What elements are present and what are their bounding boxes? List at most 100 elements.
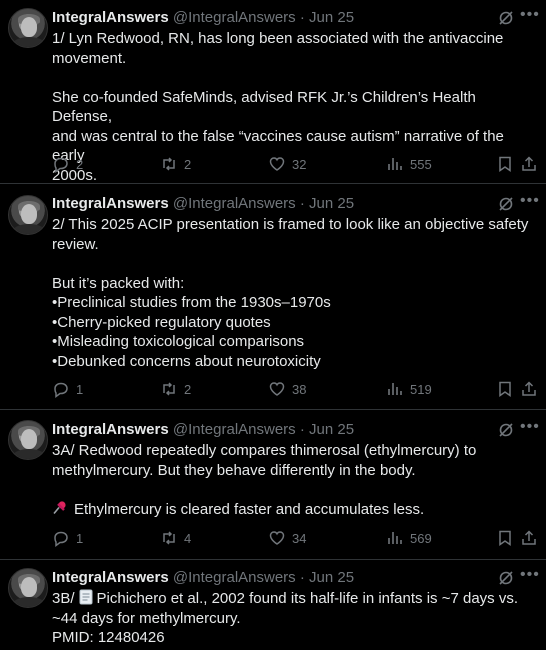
like-button[interactable]: 32 xyxy=(268,154,306,174)
tweet-date[interactable]: Jun 25 xyxy=(309,195,354,212)
text-line-rest: Pichichero et al., 2002 found its half-l… xyxy=(96,590,518,607)
like-button[interactable]: 38 xyxy=(268,379,306,399)
author-name[interactable]: IntegralAnswers xyxy=(52,421,169,438)
grok-icon[interactable] xyxy=(498,422,514,438)
bookmark-icon xyxy=(499,156,511,172)
list-item: •Preclinical studies from the 1930s–1970… xyxy=(52,294,331,311)
tweet-date[interactable]: Jun 25 xyxy=(309,569,354,586)
text-line: 1/ Lyn Redwood, RN, has long been associ… xyxy=(52,30,504,47)
reply-count: 2 xyxy=(76,156,84,172)
reply-count: 1 xyxy=(76,381,84,397)
reply-button[interactable]: 1 xyxy=(52,528,83,548)
like-icon xyxy=(269,382,285,396)
like-count: 38 xyxy=(292,381,307,397)
tweet-header: IntegralAnswers @IntegralAnswers · Jun 2… xyxy=(52,8,538,28)
bookmark-button[interactable] xyxy=(496,379,514,399)
list-item: •Cherry-picked regulatory quotes xyxy=(52,313,271,331)
like-button[interactable]: 34 xyxy=(268,528,306,548)
share-button[interactable] xyxy=(520,154,538,174)
separator-dot: · xyxy=(299,421,305,438)
repost-button[interactable]: 2 xyxy=(160,154,191,174)
more-icon[interactable]: ••• xyxy=(520,419,540,438)
author-name[interactable]: IntegralAnswers xyxy=(52,195,169,212)
more-icon[interactable]: ••• xyxy=(520,7,540,26)
reply-button[interactable]: 2 xyxy=(52,154,83,174)
tweet-actions: 1 2 38 519 xyxy=(52,379,538,399)
separator-dot: · xyxy=(299,569,305,586)
emoji-text: Ethylmercury is cleared faster and accum… xyxy=(74,500,425,518)
repost-count: 4 xyxy=(184,530,192,546)
reply-button[interactable]: 1 xyxy=(52,379,83,399)
avatar[interactable] xyxy=(8,8,48,48)
tweet-1[interactable]: IntegralAnswers @IntegralAnswers · Jun 2… xyxy=(0,0,546,184)
more-icon[interactable]: ••• xyxy=(520,567,540,586)
repost-count: 2 xyxy=(184,156,192,172)
tweet-date[interactable]: Jun 25 xyxy=(309,9,354,26)
like-count: 32 xyxy=(292,156,307,172)
reply-count: 1 xyxy=(76,530,84,546)
views-count: 569 xyxy=(410,530,432,546)
text-line: movement. xyxy=(52,49,127,67)
tweet-header: IntegralAnswers @IntegralAnswers · Jun 2… xyxy=(52,194,538,214)
pushpin-icon xyxy=(53,500,66,514)
text-line: PMID: 12480426 xyxy=(52,629,165,646)
avatar[interactable] xyxy=(8,195,48,235)
share-icon xyxy=(522,156,536,171)
list-item: •Misleading toxicological comparisons xyxy=(52,333,305,350)
author-handle[interactable]: @IntegralAnswers xyxy=(173,569,296,586)
tweet-4[interactable]: IntegralAnswers @IntegralAnswers · Jun 2… xyxy=(0,560,546,650)
thread-number: 3B/ xyxy=(52,590,75,607)
separator-dot: · xyxy=(299,195,305,212)
tweet-header: IntegralAnswers @IntegralAnswers · Jun 2… xyxy=(52,420,538,440)
separator-dot: · xyxy=(299,9,305,26)
tweet-text: 3B/Pichichero et al., 2002 found its hal… xyxy=(52,589,534,648)
tweet-text: 2/ This 2025 ACIP presentation is framed… xyxy=(52,215,534,371)
tweet-date[interactable]: Jun 25 xyxy=(309,421,354,438)
text-line: review. xyxy=(52,235,99,253)
author-handle[interactable]: @IntegralAnswers xyxy=(173,195,296,212)
views-icon xyxy=(388,532,402,544)
tweet-text: 3A/ Redwood repeatedly compares thimeros… xyxy=(52,441,534,519)
grok-icon[interactable] xyxy=(498,196,514,212)
repost-icon xyxy=(163,157,175,171)
avatar[interactable] xyxy=(8,568,48,608)
author-handle[interactable]: @IntegralAnswers xyxy=(173,421,296,438)
views-icon xyxy=(388,158,402,170)
text-line: 3B/Pichichero et al., 2002 found its hal… xyxy=(52,589,534,609)
like-count: 34 xyxy=(292,530,307,546)
text-line: 3A/ Redwood repeatedly compares thimeros… xyxy=(52,442,477,459)
bookmark-button[interactable] xyxy=(496,154,514,174)
tweet-actions: 2 2 32 555 xyxy=(52,154,538,174)
repost-icon xyxy=(163,382,175,396)
text-line: ~44 days for methylmercury. xyxy=(52,609,241,627)
views-button[interactable]: 519 xyxy=(386,379,432,399)
more-icon[interactable]: ••• xyxy=(520,193,540,212)
reply-icon xyxy=(54,531,68,547)
bookmark-button[interactable] xyxy=(496,528,514,548)
tweet-3[interactable]: IntegralAnswers @IntegralAnswers · Jun 2… xyxy=(0,410,546,560)
reply-icon xyxy=(54,157,68,173)
share-button[interactable] xyxy=(520,379,538,399)
repost-count: 2 xyxy=(184,381,192,397)
repost-icon xyxy=(163,531,175,545)
author-name[interactable]: IntegralAnswers xyxy=(52,569,169,586)
text-line: Ethylmercury is cleared faster and accum… xyxy=(52,500,534,520)
repost-button[interactable]: 2 xyxy=(160,379,191,399)
tweet-header: IntegralAnswers @IntegralAnswers · Jun 2… xyxy=(52,568,538,588)
like-icon xyxy=(269,531,285,545)
share-button[interactable] xyxy=(520,528,538,548)
views-button[interactable]: 569 xyxy=(386,528,432,548)
text-line: methylmercury. But they behave different… xyxy=(52,461,416,479)
grok-icon[interactable] xyxy=(498,10,514,26)
views-count: 555 xyxy=(410,156,432,172)
grok-icon[interactable] xyxy=(498,570,514,586)
author-name[interactable]: IntegralAnswers xyxy=(52,9,169,26)
repost-button[interactable]: 4 xyxy=(160,528,191,548)
views-button[interactable]: 555 xyxy=(386,154,432,174)
bookmark-icon xyxy=(499,381,511,397)
author-handle[interactable]: @IntegralAnswers xyxy=(173,9,296,26)
share-icon xyxy=(522,530,536,545)
share-icon xyxy=(522,381,536,396)
tweet-2[interactable]: IntegralAnswers @IntegralAnswers · Jun 2… xyxy=(0,184,546,410)
avatar[interactable] xyxy=(8,420,48,460)
